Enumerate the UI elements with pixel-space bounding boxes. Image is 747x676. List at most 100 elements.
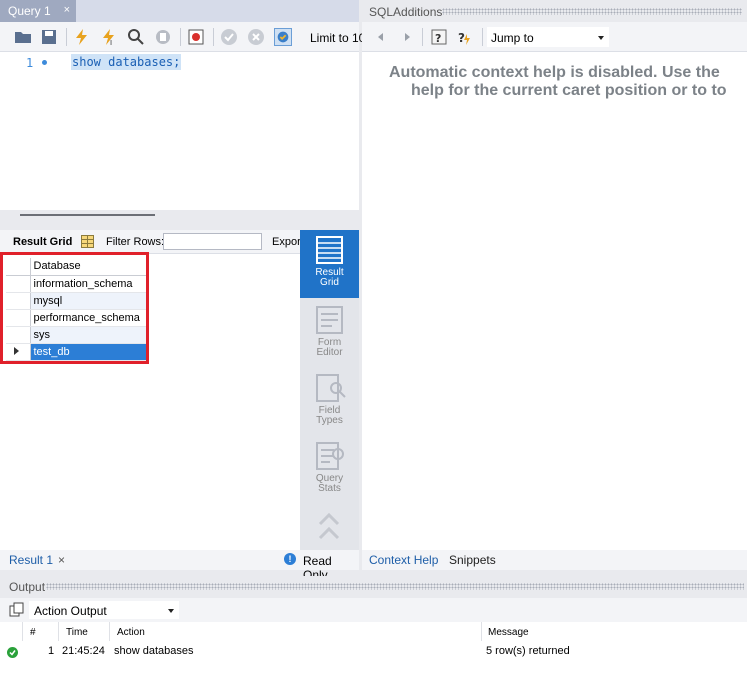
stop-icon[interactable] [154,28,172,46]
row-header-corner [6,258,31,276]
toggle-error-icon[interactable] [187,28,205,46]
sql-editor[interactable]: 1 show databases; [0,52,359,210]
table-cell[interactable]: performance_schema [30,309,146,327]
line-number: 1 [26,56,34,70]
editor-tab-strip: Query 1 × [0,0,359,22]
row-header[interactable] [6,275,31,293]
output-row-time: 21:45:24 [62,645,105,657]
output-header: Output [0,576,747,596]
table-row[interactable]: information_schema [6,275,146,293]
column-header-number[interactable]: # [30,627,36,638]
save-icon[interactable] [40,28,58,46]
jump-to-select[interactable]: Jump to [487,27,609,47]
limit-rows-select[interactable]: Limit to 10 [310,31,365,45]
table-cell[interactable]: information_schema [30,275,146,293]
tab-query-1[interactable]: Query 1 × [0,0,76,22]
forward-icon[interactable] [398,28,416,46]
panel-grip [46,583,744,590]
row-header[interactable] [6,292,31,310]
table-cell[interactable]: sys [30,326,146,344]
sql-statement[interactable]: show databases; [71,54,182,70]
rollback-icon[interactable] [247,28,265,46]
toolbar-separator [482,28,483,46]
sql-additions-header: SQLAdditions [362,0,747,22]
toolbar-separator [66,28,67,46]
toggle-auto-help-icon[interactable]: ? [430,28,448,46]
row-header[interactable] [6,309,31,327]
tab-snippets[interactable]: Snippets [449,553,496,567]
output-row-message: 5 row(s) returned [486,645,570,657]
pane-splitter[interactable] [20,214,155,216]
result-grid-view-label-2: Grid [320,277,339,288]
output-row-action: show databases [114,645,194,657]
manual-help-icon[interactable]: ? [456,28,474,46]
execute-icon[interactable] [73,28,91,46]
result-grid-view-button[interactable]: Result Grid [300,230,359,298]
explain-icon[interactable] [127,28,145,46]
column-divider [58,622,59,641]
table-cell[interactable]: mysql [30,292,146,310]
copy-icon[interactable] [8,601,26,619]
table-row-selected[interactable]: test_db [6,343,146,361]
form-editor-view-button[interactable]: Form Editor [300,300,359,368]
column-divider [22,622,23,641]
panel-grip [442,8,742,15]
close-icon[interactable]: × [58,553,65,567]
statement-marker-icon [42,60,47,65]
column-header-time[interactable]: Time [66,627,88,638]
tab-context-help[interactable]: Context Help [369,553,438,567]
form-editor-icon [316,306,343,334]
result-grid-label[interactable]: Result Grid [13,236,72,248]
scroll-chevron-icon[interactable] [318,512,340,542]
svg-text:I: I [110,39,112,46]
field-types-label-2: Types [316,415,343,426]
result-grid-highlight: Database information_schema mysql perfor… [0,252,149,364]
column-header-database[interactable]: Database [30,258,146,276]
table-row[interactable]: performance_schema [6,309,146,327]
toolbar-separator [422,28,423,46]
table-row[interactable]: sys [6,326,146,344]
current-row-arrow-icon [14,346,19,355]
output-row-number: 1 [48,645,55,657]
field-types-view-button[interactable]: Field Types [300,368,359,436]
output-toolbar: Action Output [0,598,747,622]
commit-icon[interactable] [220,28,238,46]
query-stats-view-button[interactable]: Query Stats [300,436,359,504]
export-button[interactable]: Export [272,236,300,248]
output-table: # Time Action Message 1 21:45:24 show da… [0,622,747,676]
filter-rows-input[interactable] [163,233,262,250]
result-view-panel: Result Grid Form Editor Field Types Query St… [300,230,359,550]
result-toolbar: Result Grid Filter Rows: Export [0,230,300,254]
table-row[interactable]: mysql [6,292,146,310]
back-icon[interactable] [372,28,390,46]
output-type-select[interactable]: Action Output [29,601,179,619]
tab-result-1[interactable]: Result 1 [9,553,53,567]
table-header-row: Database [6,258,146,276]
row-header[interactable] [6,343,31,361]
success-check-icon [7,647,18,658]
svg-text:?: ? [435,32,441,45]
output-title: Output [9,580,46,594]
autocommit-icon[interactable] [274,28,292,46]
open-folder-icon[interactable] [14,28,32,46]
table-cell[interactable]: test_db [30,343,146,361]
help-message-line-2: help for the current caret position or t… [411,82,727,99]
editor-toolbar: I Limit to 10 [0,22,365,52]
close-icon[interactable]: × [64,4,70,16]
execute-current-icon[interactable]: I [100,28,118,46]
column-header-message[interactable]: Message [488,627,529,638]
grid-layout-icon[interactable] [81,235,94,248]
row-header[interactable] [6,326,31,344]
svg-text:?: ? [458,31,465,45]
query-stats-label-2: Stats [318,483,341,494]
sql-additions-tab-bar: Context Help Snippets [362,550,747,570]
chevron-down-icon [168,609,174,613]
chevron-down-icon [598,36,604,40]
tab-query-1-label: Query 1 [8,4,51,18]
column-header-action[interactable]: Action [117,627,145,638]
result-grid-icon [316,236,343,264]
sql-additions-toolbar: ? ? Jump to [362,22,747,52]
toolbar-separator [213,28,214,46]
context-help-body: Automatic context help is disabled. Use … [362,52,747,550]
query-stats-icon [316,442,344,470]
